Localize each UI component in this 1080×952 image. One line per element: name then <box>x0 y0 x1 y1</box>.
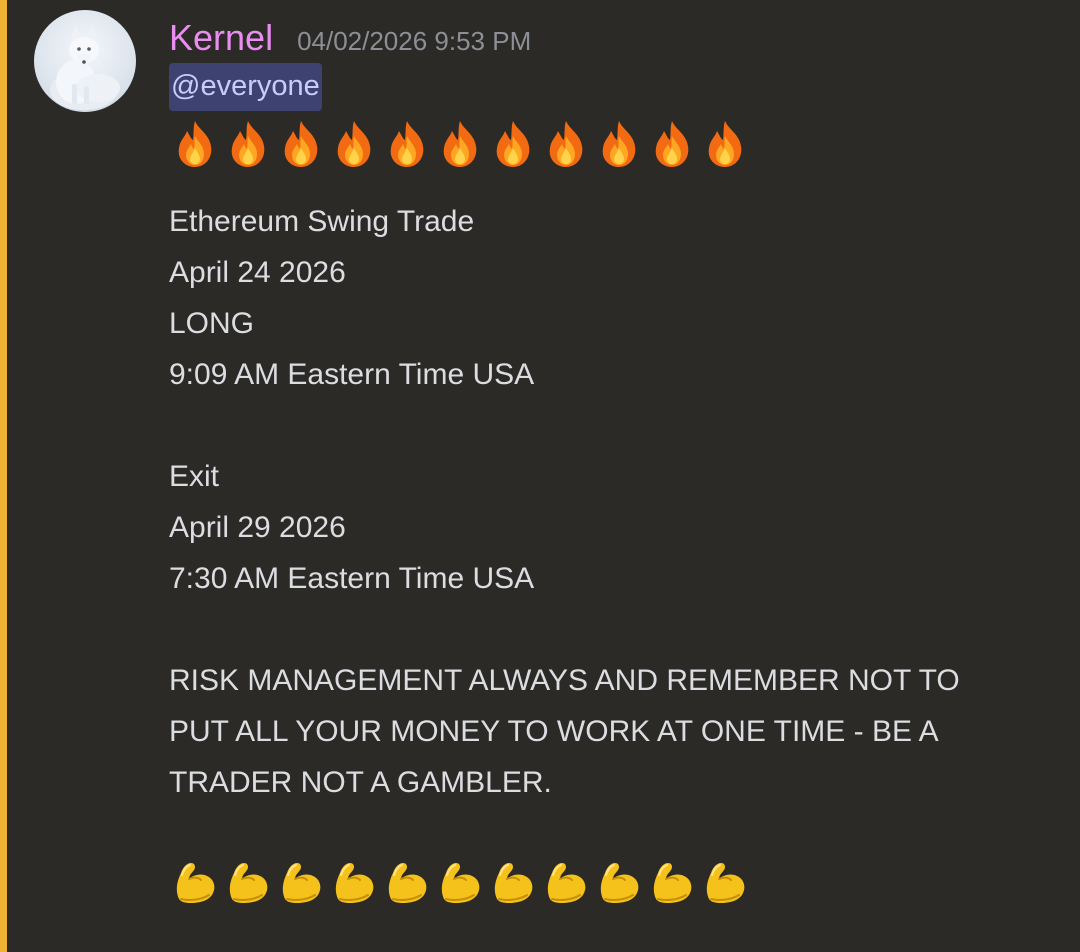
message-content: Kernel 04/02/2026 9:53 PM @everyone Ethe… <box>169 10 1059 909</box>
flexed-biceps-emoji-icon <box>335 863 374 903</box>
fire-emoji-icon <box>284 121 318 167</box>
everyone-mention[interactable]: @everyone <box>169 63 322 111</box>
message-header: Kernel 04/02/2026 9:53 PM <box>169 10 1059 66</box>
fire-emoji-icon <box>602 121 636 167</box>
message-timestamp[interactable]: 04/02/2026 9:53 PM <box>297 13 531 69</box>
fire-emoji-icon <box>231 121 265 167</box>
exit-line: 7:30 AM Eastern Time USA <box>169 562 535 595</box>
fire-emoji-icon <box>390 121 424 167</box>
flexed-biceps-emoji-icon <box>388 863 427 903</box>
warning-line: RISK MANAGEMENT ALWAYS AND REMEMBER NOT … <box>169 664 960 697</box>
fire-emoji-row <box>169 116 1059 172</box>
flexed-biceps-emoji-icon <box>282 863 321 903</box>
fire-emoji-icon <box>496 121 530 167</box>
flexed-biceps-emoji-icon <box>494 863 533 903</box>
author-name[interactable]: Kernel <box>169 10 273 66</box>
flexed-biceps-emoji-icon <box>547 863 586 903</box>
flexed-biceps-emoji-icon <box>441 863 480 903</box>
warning-line: PUT ALL YOUR MONEY TO WORK AT ONE TIME -… <box>169 715 939 748</box>
flexed-biceps-emoji-row <box>169 853 1059 909</box>
mention-highlight-bar <box>0 0 7 952</box>
warning-line: TRADER NOT A GAMBLER. <box>169 766 552 799</box>
flexed-biceps-emoji-icon <box>706 863 745 903</box>
entry-line: Ethereum Swing Trade <box>169 205 475 238</box>
exit-line: April 29 2026 <box>169 511 346 544</box>
exit-line: Exit <box>169 460 220 493</box>
entry-line: 9:09 AM Eastern Time USA <box>169 358 535 391</box>
flexed-biceps-emoji-icon <box>600 863 639 903</box>
fire-emoji-icon <box>549 121 583 167</box>
arctic-fox-avatar-icon <box>50 24 120 110</box>
fire-emoji-icon <box>655 121 689 167</box>
fire-emoji-icon <box>178 121 212 167</box>
flexed-biceps-emoji-icon <box>176 863 215 903</box>
avatar[interactable] <box>34 10 136 112</box>
fire-emoji-icon <box>708 121 742 167</box>
entry-line: April 24 2026 <box>169 256 346 289</box>
fire-emoji-icon <box>337 121 371 167</box>
flexed-biceps-emoji-icon <box>653 863 692 903</box>
chat-message: Kernel 04/02/2026 9:53 PM @everyone Ethe… <box>0 0 1080 952</box>
entry-line: LONG <box>169 307 255 340</box>
flexed-biceps-emoji-icon <box>229 863 268 903</box>
fire-emoji-icon <box>443 121 477 167</box>
